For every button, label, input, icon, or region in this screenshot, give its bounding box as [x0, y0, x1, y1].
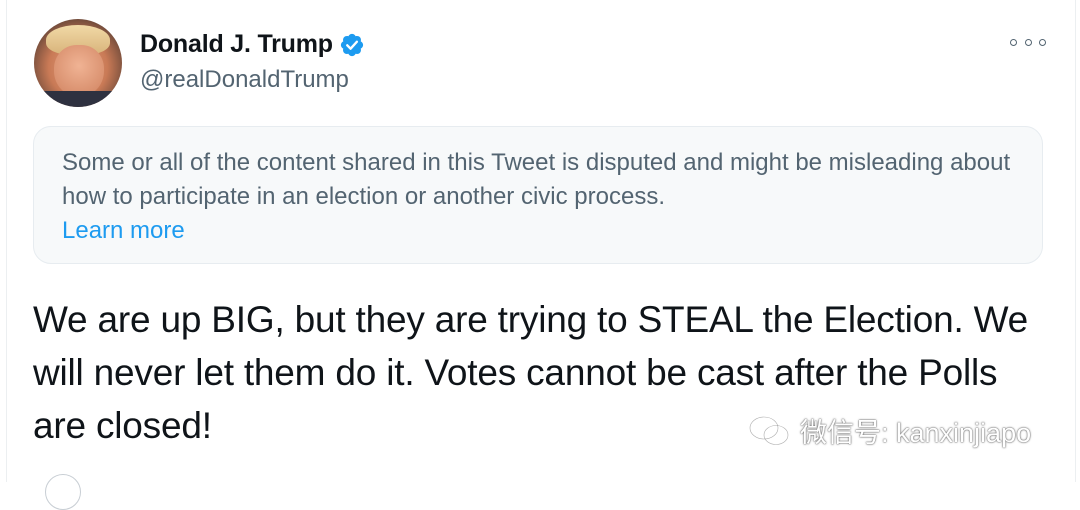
- more-options-icon[interactable]: [1010, 30, 1046, 54]
- disputed-content-notice: Some or all of the content shared in thi…: [33, 126, 1043, 264]
- more-dot: [1010, 38, 1017, 46]
- avatar-shirt: [34, 91, 122, 107]
- avatar-face: [54, 45, 104, 97]
- more-dot: [1039, 38, 1046, 46]
- more-dot: [1024, 38, 1032, 46]
- author-handle[interactable]: @realDonaldTrump: [140, 66, 349, 94]
- tweet-card: Donald J. Trump @realDonaldTrump Some or…: [6, 0, 1076, 510]
- author-avatar[interactable]: [34, 19, 122, 107]
- notice-text: Some or all of the content shared in thi…: [62, 149, 1011, 210]
- verified-badge-icon: [339, 32, 365, 58]
- author-name-row[interactable]: Donald J. Trump: [140, 30, 365, 59]
- reply-avatar-partial: [45, 474, 81, 510]
- learn-more-link[interactable]: Learn more: [62, 214, 1014, 248]
- author-name[interactable]: Donald J. Trump: [140, 30, 333, 59]
- watermark-text: 微信号: kanxinjiapo: [800, 418, 1032, 448]
- wechat-icon: [748, 415, 790, 446]
- watermark: 微信号: kanxinjiapo: [748, 411, 1031, 450]
